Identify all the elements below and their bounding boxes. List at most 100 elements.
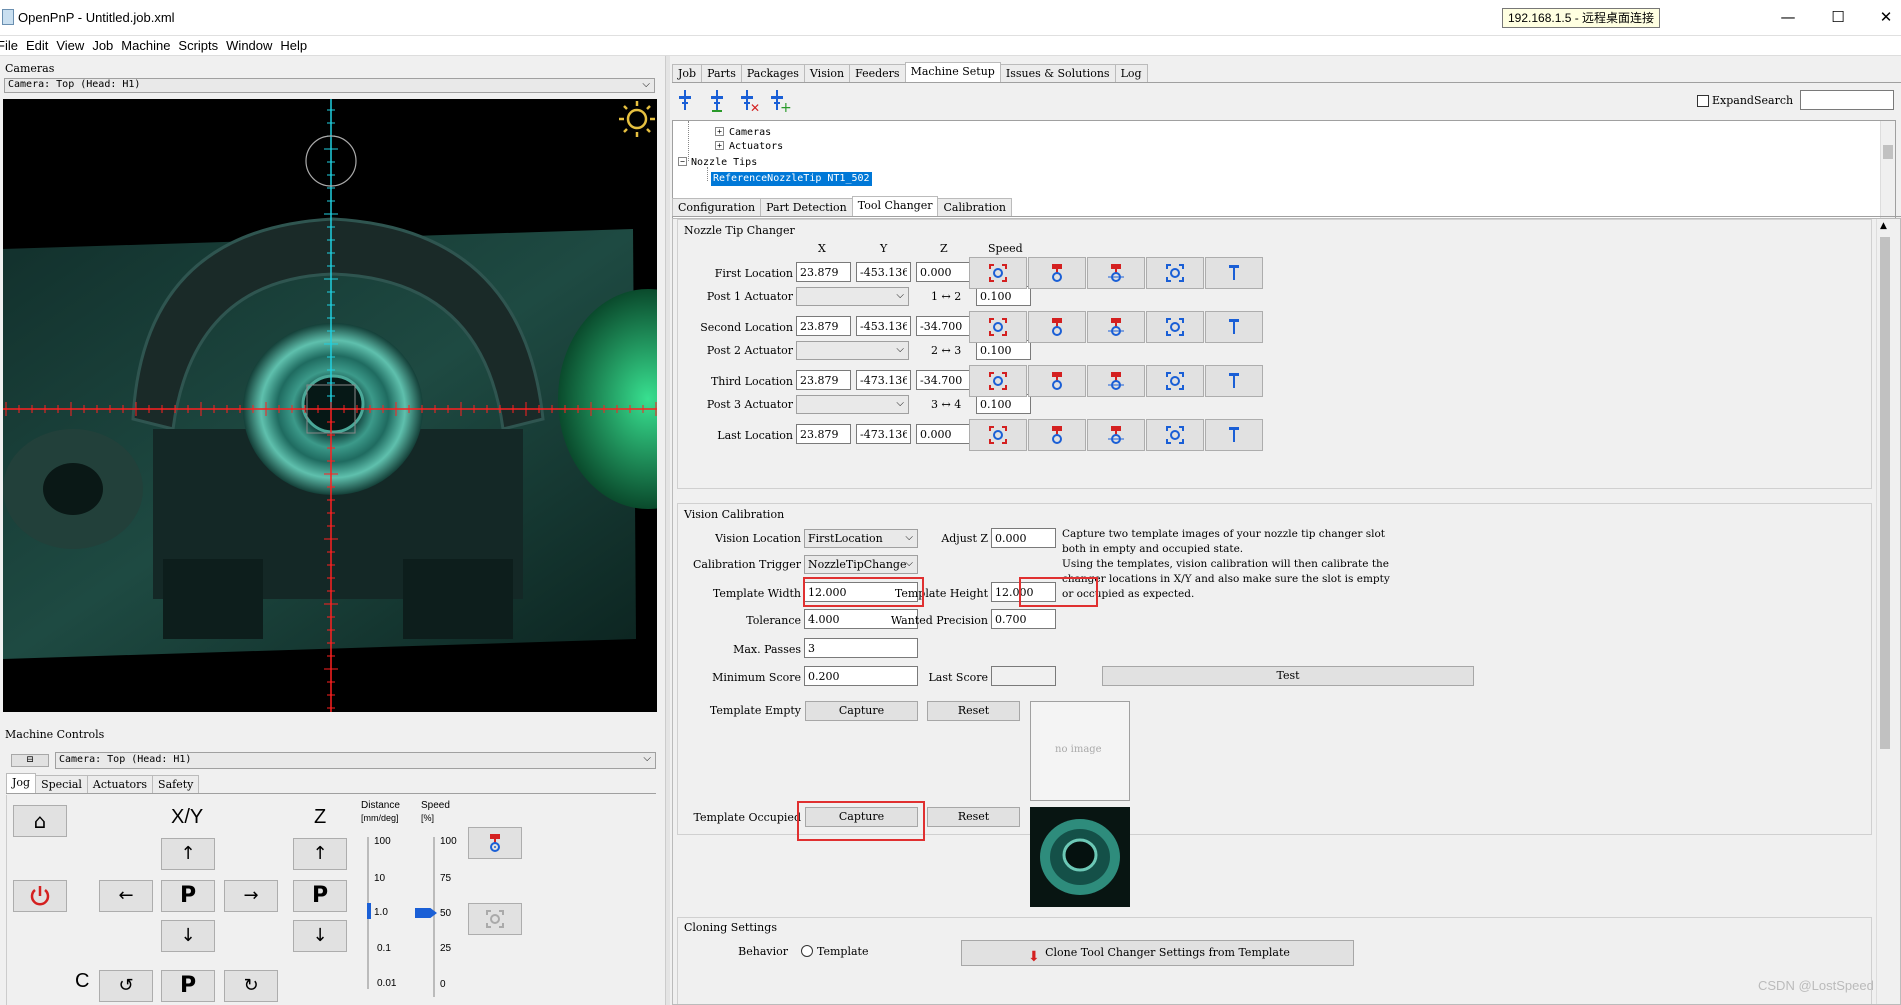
tab-safety[interactable]: Safety	[152, 775, 200, 793]
tab-feeders[interactable]: Feeders	[849, 64, 906, 82]
location-nozzle-move-button[interactable]	[1205, 419, 1263, 451]
park-xy-button[interactable]: P	[161, 880, 215, 912]
location-nozzle-move-button[interactable]	[1205, 257, 1263, 289]
scroll-up-icon[interactable]: ▲	[1880, 221, 1887, 231]
maximize-button[interactable]: ☐	[1826, 6, 1850, 28]
camera-select[interactable]: Camera: Top (Head: H1) ⌵	[4, 78, 655, 93]
location-camera-move-button[interactable]	[1146, 365, 1204, 397]
tab-machine-setup[interactable]: Machine Setup	[904, 62, 1001, 82]
power-button[interactable]	[13, 880, 67, 912]
post-2-actuator-select[interactable]: ⌵	[796, 341, 909, 360]
last-location-z[interactable]	[916, 424, 971, 444]
park-c-button[interactable]: P	[161, 970, 215, 1002]
second-location-y[interactable]	[856, 316, 911, 336]
test-button[interactable]: Test	[1102, 666, 1474, 686]
tab-calibration[interactable]: Calibration	[937, 198, 1012, 216]
reset-occupied-button[interactable]: Reset	[927, 807, 1020, 827]
location-camera-capture-button[interactable]	[969, 257, 1027, 289]
location-nozzle-capture-button[interactable]	[1028, 311, 1086, 343]
tab-actuators[interactable]: Actuators	[86, 775, 154, 793]
max-passes-input[interactable]	[804, 638, 918, 658]
location-camera-move-button[interactable]	[1146, 419, 1204, 451]
tab-special[interactable]: Special	[35, 775, 88, 793]
tab-parts[interactable]: Parts	[701, 64, 742, 82]
scrollbar-thumb[interactable]	[1880, 237, 1890, 749]
menu-edit[interactable]: Edit	[23, 36, 53, 53]
jog-z-plus-button[interactable]: ↑	[293, 838, 347, 870]
tree-item-nozzle-tip-selected[interactable]: ReferenceNozzleTip NT1_502	[711, 172, 872, 186]
close-button[interactable]: ✕	[1874, 6, 1898, 28]
menu-machine[interactable]: Machine	[118, 36, 175, 53]
first-location-y[interactable]	[856, 262, 911, 282]
wanted-precision-input[interactable]	[991, 609, 1056, 629]
park-z-button[interactable]: P	[293, 880, 347, 912]
first-location-x[interactable]	[796, 262, 851, 282]
collapse-icon[interactable]: −	[678, 157, 687, 166]
scrollbar-thumb[interactable]	[1883, 145, 1893, 159]
tab-log[interactable]: Log	[1114, 64, 1148, 82]
jog-y-minus-button[interactable]: ↓	[161, 920, 215, 952]
location-nozzle-move-button[interactable]	[1205, 365, 1263, 397]
third-location-y[interactable]	[856, 370, 911, 390]
capture-empty-button[interactable]: Capture	[805, 701, 918, 721]
post-1-actuator-select[interactable]: ⌵	[796, 287, 909, 306]
menu-job[interactable]: Job	[89, 36, 118, 53]
location-nozzle-move-button[interactable]	[1205, 311, 1263, 343]
jog-y-plus-button[interactable]: ↑	[161, 838, 215, 870]
tab-configuration[interactable]: Configuration	[672, 198, 762, 216]
last-location-y[interactable]	[856, 424, 911, 444]
jog-x-plus-button[interactable]: →	[224, 880, 278, 912]
reset-empty-button[interactable]: Reset	[927, 701, 1020, 721]
clone-tool-changer-button[interactable]: ⬇ Clone Tool Changer Settings from Templ…	[961, 940, 1354, 966]
location-camera-capture-button[interactable]	[969, 365, 1027, 397]
menu-scripts[interactable]: Scripts	[175, 36, 223, 53]
speed-1-2[interactable]	[976, 286, 1031, 306]
speed-3-4[interactable]	[976, 394, 1031, 414]
light-toggle-icon[interactable]	[617, 99, 657, 139]
menu-window[interactable]: Window	[223, 36, 277, 53]
menu-file[interactable]: File	[0, 36, 23, 53]
second-location-z[interactable]	[916, 316, 971, 336]
home-button[interactable]: ⌂	[13, 805, 67, 837]
location-camera-move-button[interactable]	[1146, 311, 1204, 343]
location-nozzle-capture-button[interactable]	[1028, 419, 1086, 451]
expand-icon[interactable]: +	[715, 141, 724, 150]
location-nozzle-crosshair-button[interactable]	[1087, 419, 1145, 451]
location-camera-move-button[interactable]	[1146, 257, 1204, 289]
adjust-z-input[interactable]	[991, 528, 1056, 548]
tab-issues-solutions[interactable]: Issues & Solutions	[999, 64, 1116, 82]
tab-jog[interactable]: Jog	[6, 773, 37, 793]
location-nozzle-crosshair-button[interactable]	[1087, 257, 1145, 289]
tree-item-actuators[interactable]: Actuators	[729, 141, 783, 152]
location-camera-capture-button[interactable]	[969, 419, 1027, 451]
camera-view[interactable]	[3, 99, 657, 712]
location-nozzle-capture-button[interactable]	[1028, 257, 1086, 289]
search-input[interactable]	[1800, 90, 1894, 110]
tree-item-nozzle-tips[interactable]: Nozzle Tips	[691, 157, 757, 168]
calibration-trigger-select[interactable]: NozzleTipChange ⌵	[804, 555, 918, 574]
tab-packages[interactable]: Packages	[740, 64, 805, 82]
location-nozzle-crosshair-button[interactable]	[1087, 365, 1145, 397]
collapse-button[interactable]: ⊟	[11, 754, 49, 767]
speed-slider-track[interactable]	[433, 837, 435, 997]
minimize-button[interactable]: —	[1776, 6, 1800, 28]
third-location-x[interactable]	[796, 370, 851, 390]
machine-controls-camera-select[interactable]: Camera: Top (Head: H1) ⌵	[55, 752, 656, 769]
menu-view[interactable]: View	[53, 36, 89, 53]
last-location-x[interactable]	[796, 424, 851, 444]
speed-2-3[interactable]	[976, 340, 1031, 360]
expand-icon[interactable]: +	[715, 127, 724, 136]
tab-tool-changer[interactable]: Tool Changer	[851, 196, 939, 216]
jog-c-ccw-button[interactable]: ↺	[99, 970, 153, 1002]
jog-x-minus-button[interactable]: ←	[99, 880, 153, 912]
menu-help[interactable]: Help	[277, 36, 312, 53]
jog-z-minus-button[interactable]: ↓	[293, 920, 347, 952]
tree-item-cameras[interactable]: Cameras	[729, 127, 771, 138]
post-3-actuator-select[interactable]: ⌵	[796, 395, 909, 414]
distance-slider-thumb[interactable]	[367, 903, 371, 919]
expand-checkbox[interactable]	[1697, 95, 1709, 107]
camera-position-button[interactable]	[468, 903, 522, 935]
third-location-z[interactable]	[916, 370, 971, 390]
pane-scrollbar[interactable]: ▲	[1876, 219, 1892, 1004]
first-location-z[interactable]	[916, 262, 971, 282]
